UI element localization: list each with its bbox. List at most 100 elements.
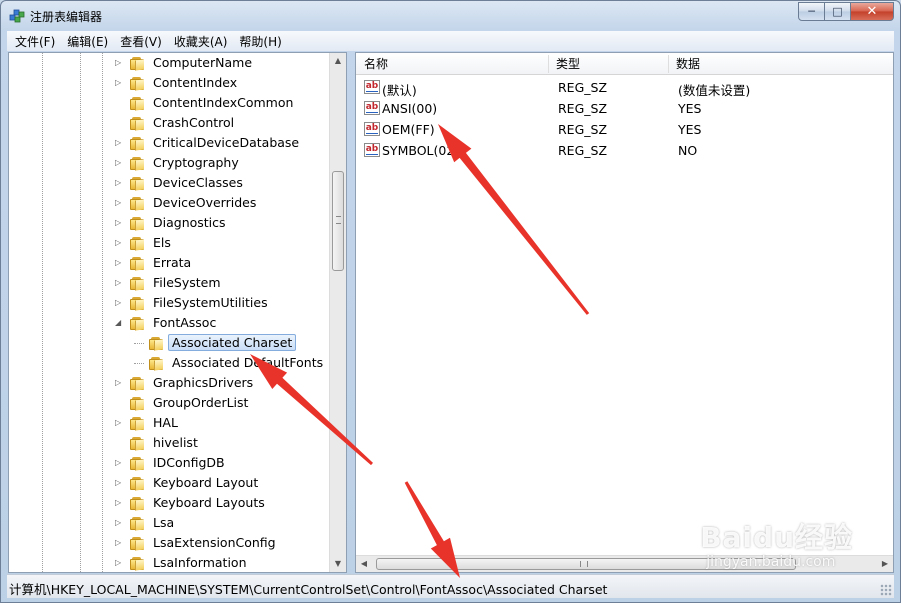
tree-item-label[interactable]: GroupOrderList <box>153 395 248 410</box>
tree-item[interactable]: ▷ Errata <box>9 253 329 273</box>
tree-item-label[interactable]: FontAssoc <box>153 315 216 330</box>
tree-item-label[interactable]: HAL <box>153 415 178 430</box>
collapse-arrow-icon[interactable]: ◢ <box>115 319 123 327</box>
menu-view[interactable]: 查看(V) <box>114 33 168 50</box>
column-name-header[interactable]: 名称 <box>356 53 548 75</box>
tree-vertical-scrollbar[interactable]: ▲ ▼ <box>329 53 346 572</box>
expand-arrow-icon[interactable]: ▷ <box>115 139 123 147</box>
tree-item-label[interactable]: GraphicsDrivers <box>153 375 253 390</box>
value-row[interactable]: ab ANSI(00) REG_SZ YES <box>356 98 893 119</box>
tree-item-label[interactable]: Keyboard Layout <box>153 475 258 490</box>
tree-item-label[interactable]: FileSystemUtilities <box>153 295 268 310</box>
expand-arrow-icon[interactable]: ▷ <box>115 539 123 547</box>
tree-item[interactable]: Associated Charset <box>9 333 329 353</box>
tree-item[interactable]: ▷ ContentIndex <box>9 73 329 93</box>
menu-favorites[interactable]: 收藏夹(A) <box>168 33 234 50</box>
scroll-up-arrow-icon[interactable]: ▲ <box>330 53 346 69</box>
tree-item-label[interactable]: CrashControl <box>153 115 234 130</box>
tree-item[interactable]: CrashControl <box>9 113 329 133</box>
scroll-down-arrow-icon[interactable]: ▼ <box>330 556 346 572</box>
tree-item-label[interactable]: FileSystem <box>153 275 221 290</box>
value-data: YES <box>678 101 702 116</box>
tree-item-label[interactable]: DeviceOverrides <box>153 195 256 210</box>
close-button[interactable]: ✕ <box>850 2 894 21</box>
menu-file[interactable]: 文件(F) <box>9 33 61 50</box>
tree-item[interactable]: ▷ Keyboard Layout <box>9 473 329 493</box>
expand-arrow-icon[interactable]: ▷ <box>115 379 123 387</box>
tree-item[interactable]: ContentIndexCommon <box>9 93 329 113</box>
tree-item[interactable]: Associated DefaultFonts <box>9 353 329 373</box>
expand-arrow-icon[interactable]: ▷ <box>115 259 123 267</box>
tree-item-label[interactable]: Errata <box>153 255 191 270</box>
title-bar[interactable]: 注册表编辑器 ─ □ ✕ <box>1 1 900 31</box>
tree-item[interactable]: ▷ FileSystemUtilities <box>9 293 329 313</box>
tree-item-label[interactable]: Cryptography <box>153 155 239 170</box>
tree-item-label[interactable]: Keyboard Layouts <box>153 495 265 510</box>
registry-tree-pane[interactable]: ▷ ComputerName ▷ ContentIndex ContentIndexCo… <box>8 52 347 573</box>
resize-grip-icon[interactable] <box>880 584 892 596</box>
expand-arrow-icon[interactable]: ▷ <box>115 419 123 427</box>
tree-item[interactable]: GroupOrderList <box>9 393 329 413</box>
expand-arrow-icon[interactable]: ▷ <box>115 59 123 67</box>
tree-item[interactable]: hivelist <box>9 433 329 453</box>
folder-icon <box>129 317 145 331</box>
tree-item-label[interactable]: ComputerName <box>153 55 252 70</box>
tree-item[interactable]: ▷ FileSystem <box>9 273 329 293</box>
menu-help[interactable]: 帮助(H) <box>233 33 287 50</box>
tree-item[interactable]: ▷ Els <box>9 233 329 253</box>
tree-item[interactable]: ◢ FontAssoc <box>9 313 329 333</box>
expand-arrow-icon[interactable]: ▷ <box>115 239 123 247</box>
tree-item[interactable]: ▷ Keyboard Layouts <box>9 493 329 513</box>
expand-arrow-icon[interactable]: ▷ <box>115 459 123 467</box>
tree-item-label[interactable]: ContentIndexCommon <box>153 95 293 110</box>
column-data-header[interactable]: 数据 <box>668 53 868 75</box>
menu-edit[interactable]: 编辑(E) <box>61 33 114 50</box>
tree-item[interactable]: ▷ IDConfigDB <box>9 453 329 473</box>
value-row[interactable]: ab SYMBOL(02) REG_SZ NO <box>356 140 893 161</box>
tree-item-label[interactable]: hivelist <box>153 435 198 450</box>
expand-arrow-icon[interactable]: ▷ <box>115 299 123 307</box>
expand-arrow-icon[interactable]: ▷ <box>115 559 123 567</box>
pane-splitter[interactable] <box>347 52 355 573</box>
expand-arrow-icon[interactable]: ▷ <box>115 159 123 167</box>
expand-arrow-icon[interactable]: ▷ <box>115 499 123 507</box>
tree-item[interactable]: ▷ LsaExtensionConfig <box>9 533 329 553</box>
tree-item[interactable]: ▷ LsaInformation <box>9 553 329 572</box>
tree-item-label-selected[interactable]: Associated Charset <box>168 334 297 351</box>
tree-item[interactable]: ▷ CriticalDeviceDatabase <box>9 133 329 153</box>
maximize-button[interactable]: □ <box>824 2 851 21</box>
column-type-header[interactable]: 类型 <box>548 53 668 75</box>
tree-item-label[interactable]: Lsa <box>153 515 174 530</box>
tree-item-label[interactable]: LsaExtensionConfig <box>153 535 276 550</box>
tree-item[interactable]: ▷ Diagnostics <box>9 213 329 233</box>
expand-arrow-icon[interactable]: ▷ <box>115 179 123 187</box>
expand-arrow-icon[interactable]: ▷ <box>115 279 123 287</box>
tree-item-label[interactable]: Els <box>153 235 171 250</box>
value-row[interactable]: ab (默认) REG_SZ (数值未设置) <box>356 77 893 98</box>
tree-item-label[interactable]: Diagnostics <box>153 215 226 230</box>
tree-item-label[interactable]: ContentIndex <box>153 75 237 90</box>
scroll-right-arrow-icon[interactable]: ▶ <box>877 556 893 572</box>
tree-item[interactable]: ▷ Cryptography <box>9 153 329 173</box>
tree-item[interactable]: ▷ DeviceClasses <box>9 173 329 193</box>
tree-item-label[interactable]: DeviceClasses <box>153 175 243 190</box>
tree-item[interactable]: ▷ GraphicsDrivers <box>9 373 329 393</box>
expand-arrow-icon[interactable]: ▷ <box>115 519 123 527</box>
minimize-button[interactable]: ─ <box>798 2 825 21</box>
values-list-pane[interactable]: 名称 类型 数据 ab (默认) REG_SZ (数值未设置) ab ANSI(00) RE… <box>355 52 894 573</box>
tree-scroll-thumb[interactable] <box>332 171 344 271</box>
tree-item-label[interactable]: LsaInformation <box>153 555 247 570</box>
expand-arrow-icon[interactable]: ▷ <box>115 199 123 207</box>
value-row[interactable]: ab OEM(FF) REG_SZ YES <box>356 119 893 140</box>
tree-item[interactable]: ▷ DeviceOverrides <box>9 193 329 213</box>
tree-item-label[interactable]: IDConfigDB <box>153 455 225 470</box>
tree-item-label[interactable]: CriticalDeviceDatabase <box>153 135 299 150</box>
tree-item[interactable]: ▷ Lsa <box>9 513 329 533</box>
expand-arrow-icon[interactable]: ▷ <box>115 479 123 487</box>
scroll-left-arrow-icon[interactable]: ◀ <box>356 556 372 572</box>
tree-item[interactable]: ▷ HAL <box>9 413 329 433</box>
tree-item[interactable]: ▷ ComputerName <box>9 53 329 73</box>
expand-arrow-icon[interactable]: ▷ <box>115 79 123 87</box>
tree-item-label[interactable]: Associated DefaultFonts <box>172 355 323 370</box>
expand-arrow-icon[interactable]: ▷ <box>115 219 123 227</box>
